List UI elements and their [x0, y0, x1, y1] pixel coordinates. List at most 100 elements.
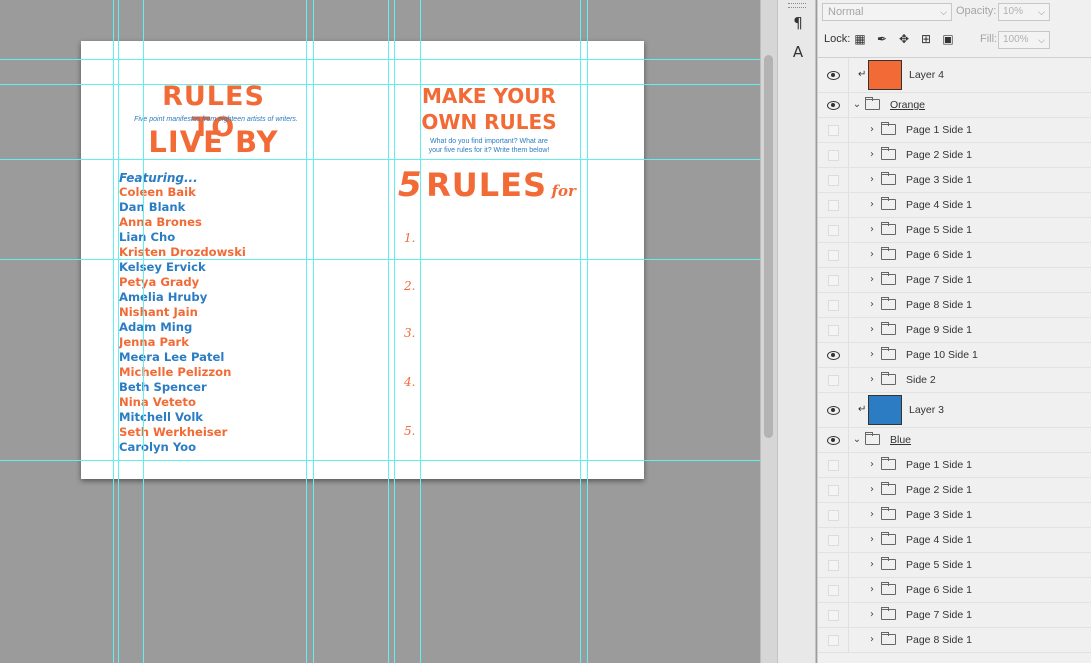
- dock-grip[interactable]: [788, 3, 806, 8]
- visibility-toggle[interactable]: [818, 628, 849, 652]
- lock-image-pixels-icon[interactable]: ✒: [874, 31, 890, 47]
- scrollbar-thumb[interactable]: [764, 55, 773, 438]
- layer-row[interactable]: › Page 2 Side 1: [818, 143, 1091, 168]
- collapse-arrow-icon[interactable]: ›: [867, 223, 877, 237]
- layer-row[interactable]: › Page 8 Side 1: [818, 628, 1091, 653]
- layer-row[interactable]: ↵ Layer 3: [818, 393, 1091, 428]
- collapse-arrow-icon[interactable]: ›: [867, 273, 877, 287]
- visibility-toggle[interactable]: [818, 293, 849, 317]
- document-canvas[interactable]: RULES TO Five point manifestos from eigh…: [0, 0, 760, 663]
- visibility-toggle[interactable]: [818, 218, 849, 242]
- vertical-guide[interactable]: [113, 0, 114, 663]
- layer-row[interactable]: › Page 5 Side 1: [818, 218, 1091, 243]
- visibility-toggle[interactable]: [818, 453, 849, 477]
- lock-transparent-pixels-icon[interactable]: ▦: [852, 31, 868, 47]
- lock-all-icon[interactable]: ▣: [940, 31, 956, 47]
- fill-field[interactable]: 100% ⌵: [998, 31, 1050, 49]
- horizontal-guide[interactable]: [0, 259, 760, 260]
- visibility-toggle[interactable]: [818, 318, 849, 342]
- visibility-toggle[interactable]: [818, 393, 849, 427]
- character-icon[interactable]: A: [786, 40, 810, 64]
- layer-row[interactable]: › Side 2: [818, 368, 1091, 393]
- opacity-field[interactable]: 10% ⌵: [998, 3, 1050, 21]
- visibility-toggle[interactable]: [818, 528, 849, 552]
- visibility-toggle[interactable]: [818, 93, 849, 117]
- visibility-toggle[interactable]: [818, 268, 849, 292]
- layer-thumbnail[interactable]: [868, 60, 902, 90]
- collapse-arrow-icon[interactable]: ›: [867, 298, 877, 312]
- layer-row[interactable]: ⌄ Blue: [818, 428, 1091, 453]
- collapse-arrow-icon[interactable]: ›: [867, 583, 877, 597]
- collapse-arrow-icon[interactable]: ›: [867, 323, 877, 337]
- layer-row[interactable]: › Page 6 Side 1: [818, 243, 1091, 268]
- collapse-arrow-icon[interactable]: ›: [867, 348, 877, 362]
- layer-row[interactable]: › Page 9 Side 1: [818, 318, 1091, 343]
- visibility-toggle[interactable]: [818, 478, 849, 502]
- layer-row[interactable]: › Page 7 Side 1: [818, 603, 1091, 628]
- layer-row[interactable]: ↵ Layer 4: [818, 58, 1091, 93]
- collapse-arrow-icon[interactable]: ›: [867, 633, 877, 647]
- collapse-arrow-icon[interactable]: ›: [867, 558, 877, 572]
- collapse-arrow-icon[interactable]: ›: [867, 173, 877, 187]
- horizontal-guide[interactable]: [0, 59, 760, 60]
- document-page[interactable]: RULES TO Five point manifestos from eigh…: [81, 41, 644, 479]
- visibility-toggle[interactable]: [818, 603, 849, 627]
- visibility-toggle[interactable]: [818, 58, 849, 92]
- collapse-arrow-icon[interactable]: ›: [867, 508, 877, 522]
- collapse-arrow-icon[interactable]: ›: [867, 123, 877, 137]
- visibility-toggle[interactable]: [818, 343, 849, 367]
- visibility-toggle[interactable]: [818, 428, 849, 452]
- vertical-guide[interactable]: [306, 0, 307, 663]
- collapse-arrow-icon[interactable]: ›: [867, 483, 877, 497]
- lock-position-icon[interactable]: ✥: [896, 31, 912, 47]
- expand-arrow-icon[interactable]: ⌄: [852, 433, 862, 447]
- layer-row[interactable]: › Page 4 Side 1: [818, 528, 1091, 553]
- horizontal-guide[interactable]: [0, 84, 760, 85]
- collapse-arrow-icon[interactable]: ›: [867, 373, 877, 387]
- layer-row[interactable]: › Page 6 Side 1: [818, 578, 1091, 603]
- collapse-arrow-icon[interactable]: ›: [867, 198, 877, 212]
- paragraph-icon[interactable]: ¶: [786, 11, 810, 35]
- visibility-toggle[interactable]: [818, 193, 849, 217]
- layer-row[interactable]: › Page 1 Side 1: [818, 453, 1091, 478]
- vertical-guide[interactable]: [143, 0, 144, 663]
- vertical-guide[interactable]: [580, 0, 581, 663]
- visibility-toggle[interactable]: [818, 143, 849, 167]
- visibility-toggle[interactable]: [818, 243, 849, 267]
- layer-row[interactable]: › Page 7 Side 1: [818, 268, 1091, 293]
- visibility-toggle[interactable]: [818, 118, 849, 142]
- visibility-toggle[interactable]: [818, 368, 849, 392]
- visibility-toggle[interactable]: [818, 578, 849, 602]
- layer-row[interactable]: › Page 2 Side 1: [818, 478, 1091, 503]
- layer-row[interactable]: › Page 10 Side 1: [818, 343, 1091, 368]
- layer-row[interactable]: ⌄ Orange: [818, 93, 1091, 118]
- lock-artboard-icon[interactable]: ⊞: [918, 31, 934, 47]
- layer-row[interactable]: › Page 3 Side 1: [818, 168, 1091, 193]
- visibility-toggle[interactable]: [818, 553, 849, 577]
- expand-arrow-icon[interactable]: ⌄: [852, 98, 862, 112]
- visibility-toggle[interactable]: [818, 168, 849, 192]
- blend-mode-select[interactable]: Normal ⌵: [822, 3, 952, 21]
- layer-thumbnail[interactable]: [868, 395, 902, 425]
- canvas-scrollbar[interactable]: [760, 0, 777, 663]
- collapse-arrow-icon[interactable]: ›: [867, 458, 877, 472]
- horizontal-guide[interactable]: [0, 159, 760, 160]
- layer-row[interactable]: › Page 4 Side 1: [818, 193, 1091, 218]
- collapse-arrow-icon[interactable]: ›: [867, 533, 877, 547]
- vertical-guide[interactable]: [587, 0, 588, 663]
- layer-row[interactable]: › Page 8 Side 1: [818, 293, 1091, 318]
- vertical-guide[interactable]: [313, 0, 314, 663]
- visibility-toggle[interactable]: [818, 503, 849, 527]
- collapse-arrow-icon[interactable]: ›: [867, 608, 877, 622]
- layer-row[interactable]: › Page 1 Side 1: [818, 118, 1091, 143]
- collapse-arrow-icon[interactable]: ›: [867, 248, 877, 262]
- horizontal-guide[interactable]: [0, 460, 760, 461]
- collapse-arrow-icon[interactable]: ›: [867, 148, 877, 162]
- vertical-guide[interactable]: [420, 0, 421, 663]
- vertical-guide[interactable]: [388, 0, 389, 663]
- layer-row[interactable]: › Page 5 Side 1: [818, 553, 1091, 578]
- vertical-guide[interactable]: [394, 0, 395, 663]
- vertical-guide[interactable]: [118, 0, 119, 663]
- layer-row[interactable]: › Page 3 Side 1: [818, 503, 1091, 528]
- layer-name: Page 5 Side 1: [906, 559, 972, 571]
